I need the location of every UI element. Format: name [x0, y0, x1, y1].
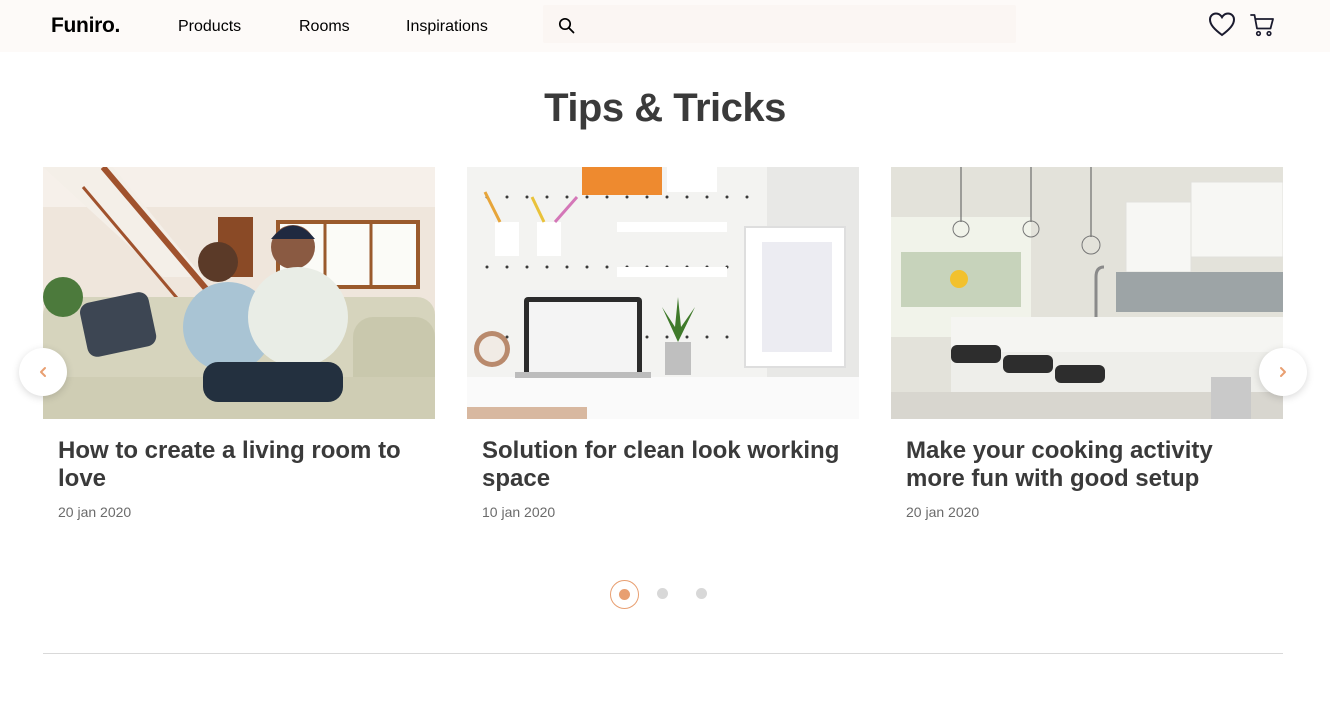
kitchen-island-photo[interactable] [891, 167, 1283, 419]
search-icon[interactable] [558, 17, 575, 34]
living-room-couple-photo[interactable] [43, 167, 435, 419]
chevron-left-icon [40, 367, 46, 377]
card-title[interactable]: Solution for clean look working space [482, 437, 852, 493]
blog-card-kitchen[interactable]: Make your cooking activity more fun with… [891, 167, 1283, 527]
cart-icon[interactable] [1250, 13, 1275, 37]
site-header: Funiro. Products Rooms Inspirations [0, 0, 1330, 52]
card-date: 20 jan 2020 [906, 504, 980, 520]
chevron-right-icon [1280, 367, 1286, 377]
logo[interactable]: Funiro. [51, 14, 120, 38]
blog-card-workspace[interactable]: Solution for clean look working space 10… [467, 167, 859, 527]
carousel-prev-button[interactable] [19, 348, 67, 396]
search-input[interactable] [543, 5, 1016, 43]
card-title[interactable]: How to create a living room to love [58, 437, 428, 493]
card-date: 10 jan 2020 [482, 504, 556, 520]
heart-icon[interactable] [1208, 11, 1236, 37]
pagination-dot[interactable] [657, 588, 668, 599]
section-title: Tips & Tricks [544, 86, 786, 130]
divider [43, 653, 1283, 654]
nav-rooms[interactable]: Rooms [299, 18, 350, 36]
nav-inspirations[interactable]: Inspirations [406, 18, 488, 36]
pagination-dot-active[interactable] [610, 580, 639, 609]
carousel-pagination [0, 580, 1330, 610]
pagination-dot[interactable] [696, 588, 707, 599]
workspace-laptop-photo[interactable] [467, 167, 859, 419]
blog-card-living-room[interactable]: How to create a living room to love 20 j… [43, 167, 435, 527]
nav-products[interactable]: Products [178, 18, 241, 36]
carousel-next-button[interactable] [1259, 348, 1307, 396]
card-title[interactable]: Make your cooking activity more fun with… [906, 437, 1276, 493]
card-date: 20 jan 2020 [58, 504, 132, 520]
